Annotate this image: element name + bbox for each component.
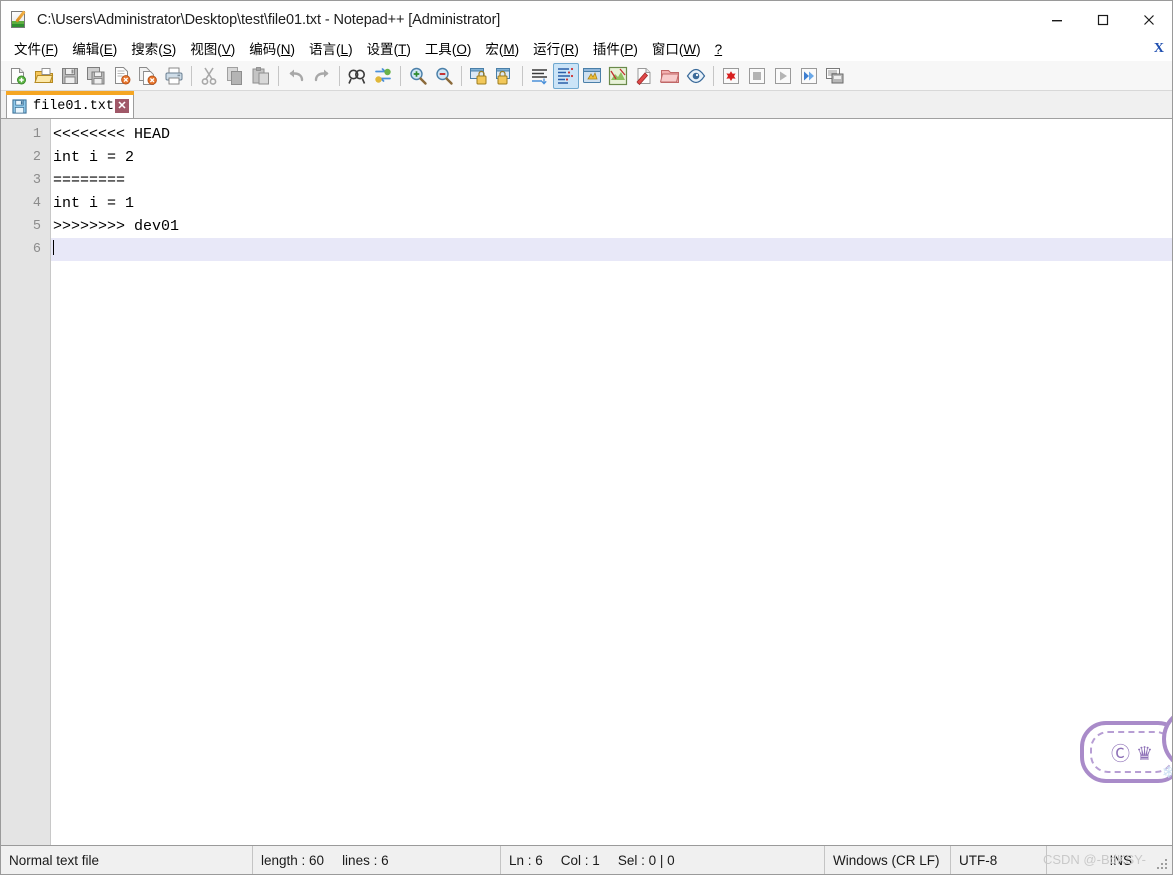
zoom-in-icon[interactable] (405, 63, 431, 89)
status-eol-format[interactable]: Windows (CR LF) (825, 846, 951, 874)
editor-area: 1 2 3 4 5 6 <<<<<<<< HEAD int i = 2 ====… (1, 119, 1172, 846)
menu-item-plugins[interactable]: 插件(P) (586, 39, 645, 61)
status-bar: Normal text file length : 60 lines : 6 L… (1, 846, 1172, 874)
close-button[interactable] (1126, 1, 1172, 39)
macro-save-icon[interactable] (822, 63, 848, 89)
user-defined-dialog-icon[interactable] (605, 63, 631, 89)
undo-icon[interactable] (283, 63, 309, 89)
folder-as-workspace-icon[interactable] (657, 63, 683, 89)
line-number-gutter: 1 2 3 4 5 6 (1, 119, 51, 845)
zoom-out-icon[interactable] (431, 63, 457, 89)
tab-close-icon[interactable]: ✕ (115, 99, 130, 113)
status-length-lines: length : 60 lines : 6 (253, 846, 501, 874)
maximize-button[interactable] (1080, 1, 1126, 39)
tab-file01[interactable]: file01.txt ✕ (6, 91, 135, 118)
notepad-plus-plus-icon (9, 10, 29, 30)
tab-bar: file01.txt ✕ (1, 91, 1172, 119)
show-all-characters-icon[interactable] (553, 62, 579, 89)
code-line-current[interactable] (51, 238, 1172, 261)
toolbar-separator (713, 65, 714, 86)
new-file-icon[interactable] (5, 63, 31, 89)
line-number: 2 (32, 150, 41, 165)
redo-icon[interactable] (309, 63, 335, 89)
text-caret (53, 240, 54, 255)
menu-item-encoding[interactable]: 编码(N) (242, 39, 302, 61)
code-line[interactable]: >>>>>>>> dev01 (51, 215, 1172, 238)
monitoring-icon[interactable] (683, 63, 709, 89)
sync-vertical-scroll-icon[interactable] (466, 63, 492, 89)
macro-play-icon[interactable] (770, 63, 796, 89)
line-number: 4 (32, 196, 41, 211)
sparkle-icon: ❄ (1162, 763, 1172, 783)
replace-icon[interactable] (370, 63, 396, 89)
close-file-icon[interactable] (109, 63, 135, 89)
status-file-type: Normal text file (1, 846, 253, 874)
window-controls (1034, 1, 1172, 39)
open-file-icon[interactable] (31, 63, 57, 89)
code-line[interactable]: int i = 2 (51, 146, 1172, 169)
menu-item-file[interactable]: 文件(F) (7, 39, 65, 61)
menu-item-edit[interactable]: 编辑(E) (65, 39, 124, 61)
toolbar-separator (461, 65, 462, 86)
show-symbols-icon[interactable] (631, 63, 657, 89)
sync-horizontal-scroll-icon[interactable] (492, 63, 518, 89)
title-bar: C:\Users\Administrator\Desktop\test\file… (1, 1, 1172, 39)
menu-bar: 文件(F) 编辑(E) 搜索(S) 视图(V) 编码(N) 语言(L) 设置(T… (1, 39, 1172, 61)
show-indent-guide-icon[interactable] (579, 63, 605, 89)
line-number: 6 (32, 242, 41, 257)
menu-item-help[interactable]: ? (708, 39, 730, 61)
toolbar-separator (400, 65, 401, 86)
minimize-button[interactable] (1034, 1, 1080, 39)
purple-sticker-watermark: Ⓒ ♛ ❄ (1080, 707, 1172, 783)
macro-record-icon[interactable] (718, 63, 744, 89)
menu-item-macro[interactable]: 宏(M) (478, 39, 526, 61)
status-length: length : 60 (261, 852, 325, 868)
word-wrap-icon[interactable] (527, 63, 553, 89)
menu-item-search[interactable]: 搜索(S) (124, 39, 183, 61)
line-number: 1 (32, 127, 41, 142)
macro-playmultiple-icon[interactable] (796, 63, 822, 89)
menu-item-window[interactable]: 窗口(W) (645, 39, 708, 61)
sticker-glyphs: Ⓒ ♛ (1110, 742, 1154, 765)
notepadpp-window: C:\Users\Administrator\Desktop\test\file… (0, 0, 1173, 875)
code-line[interactable]: ======== (51, 169, 1172, 192)
line-number: 5 (32, 219, 41, 234)
status-ln: Ln : 6 (509, 852, 543, 868)
code-text-area[interactable]: <<<<<<<< HEAD int i = 2 ======== int i =… (51, 119, 1172, 845)
tab-label: file01.txt (33, 98, 115, 114)
save-all-icon[interactable] (83, 63, 109, 89)
save-icon[interactable] (57, 63, 83, 89)
status-sel: Sel : 0 | 0 (617, 852, 675, 868)
menu-item-run[interactable]: 运行(R) (526, 39, 586, 61)
cut-icon[interactable] (196, 63, 222, 89)
copy-icon[interactable] (222, 63, 248, 89)
menu-item-view[interactable]: 视图(V) (183, 39, 242, 61)
status-encoding[interactable]: UTF-8 (951, 846, 1047, 874)
macro-stop-icon[interactable] (744, 63, 770, 89)
menu-item-settings[interactable]: 设置(T) (360, 39, 418, 61)
code-line[interactable]: <<<<<<<< HEAD (51, 123, 1172, 146)
paste-icon[interactable] (248, 63, 274, 89)
resize-grip[interactable] (1157, 859, 1169, 871)
status-caret-position: Ln : 6 Col : 1 Sel : 0 | 0 (501, 846, 825, 874)
close-document-button[interactable]: X (1154, 41, 1164, 57)
status-col: Col : 1 (560, 852, 600, 868)
toolbar-separator (339, 65, 340, 86)
window-title: C:\Users\Administrator\Desktop\test\file… (37, 12, 501, 28)
status-lines: lines : 6 (342, 852, 389, 868)
tab-active-indicator (6, 91, 135, 95)
close-all-files-icon[interactable] (135, 63, 161, 89)
toolbar (1, 61, 1172, 91)
find-icon[interactable] (344, 63, 370, 89)
line-number: 3 (32, 173, 41, 188)
print-icon[interactable] (161, 63, 187, 89)
toolbar-separator (191, 65, 192, 86)
menu-item-tools[interactable]: 工具(O) (418, 39, 479, 61)
menu-item-language[interactable]: 语言(L) (302, 39, 360, 61)
saved-floppy-icon (12, 98, 27, 114)
toolbar-separator (522, 65, 523, 86)
status-insert-mode[interactable]: INS (1047, 846, 1172, 874)
code-line[interactable]: int i = 1 (51, 192, 1172, 215)
toolbar-separator (278, 65, 279, 86)
